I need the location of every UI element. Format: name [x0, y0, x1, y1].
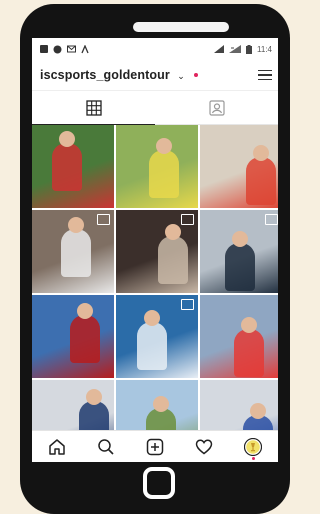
- bottom-nav: [32, 430, 278, 462]
- profile-avatar-icon[interactable]: [244, 437, 263, 460]
- photo-content: [250, 403, 266, 419]
- photo-content: [86, 389, 102, 405]
- post-thumbnail[interactable]: [116, 295, 198, 378]
- battery-icon: [246, 44, 253, 54]
- mail-icon: [67, 45, 76, 53]
- photo-content: [158, 236, 188, 284]
- hamburger-menu-icon[interactable]: [258, 69, 272, 81]
- photo-content: [77, 303, 93, 319]
- phone-speaker: [133, 22, 229, 32]
- status-bar: 11:4: [32, 38, 278, 60]
- photo-content: [156, 138, 172, 154]
- photo-content: [52, 143, 82, 191]
- heart-icon[interactable]: [195, 438, 213, 456]
- photo-content: [246, 157, 276, 205]
- posts-grid: [32, 125, 278, 462]
- multi-photo-icon: [265, 214, 278, 225]
- photo-content: [232, 231, 248, 247]
- post-thumbnail[interactable]: [32, 295, 114, 378]
- tagged-icon: [208, 99, 225, 116]
- photo-content: [61, 229, 91, 277]
- search-icon[interactable]: [97, 438, 115, 456]
- phone-home-button: [143, 467, 175, 499]
- photo-content: [70, 315, 100, 363]
- post-thumbnail[interactable]: [200, 210, 278, 293]
- photo-content: [165, 224, 181, 240]
- multi-photo-icon: [181, 214, 194, 225]
- post-thumbnail[interactable]: [32, 210, 114, 293]
- phone-screen: 11:4 iscsports_goldentour ⌄: [32, 38, 278, 462]
- status-time: 11:4: [257, 44, 272, 54]
- home-icon[interactable]: [48, 438, 66, 456]
- profile-tabs: [32, 91, 278, 125]
- multi-photo-icon: [97, 214, 110, 225]
- photo-content: [234, 329, 264, 377]
- grid-tab[interactable]: [32, 91, 155, 125]
- signal-icon: [214, 45, 225, 53]
- notification-dot: [194, 72, 199, 77]
- multi-photo-icon: [181, 299, 194, 310]
- post-thumbnail[interactable]: [116, 210, 198, 293]
- tagged-tab[interactable]: [155, 91, 278, 124]
- account-switcher[interactable]: iscsports_goldentour ⌄: [40, 66, 199, 84]
- chevron-down-icon: ⌄: [177, 71, 185, 81]
- sim-icon: [40, 45, 48, 53]
- post-thumbnail[interactable]: [116, 125, 198, 208]
- add-post-icon[interactable]: [146, 438, 164, 456]
- post-thumbnail[interactable]: [200, 125, 278, 208]
- messenger-icon: [53, 45, 62, 53]
- photo-content: [149, 150, 179, 198]
- photo-content: [68, 217, 84, 233]
- profile-notification-dot: [252, 456, 256, 460]
- post-thumbnail[interactable]: [32, 125, 114, 208]
- profile-header: iscsports_goldentour ⌄: [32, 60, 278, 91]
- post-thumbnail[interactable]: [200, 295, 278, 378]
- photo-content: [153, 396, 169, 412]
- grid-icon: [85, 99, 102, 116]
- android-icon: [81, 44, 89, 53]
- wifi-icon: [229, 45, 242, 53]
- photo-content: [59, 131, 75, 147]
- photo-content: [253, 145, 269, 161]
- photo-content: [137, 322, 167, 370]
- photo-content: [144, 310, 160, 326]
- photo-content: [225, 243, 255, 291]
- profile-username: iscsports_goldentour: [40, 68, 170, 82]
- photo-content: [241, 317, 257, 333]
